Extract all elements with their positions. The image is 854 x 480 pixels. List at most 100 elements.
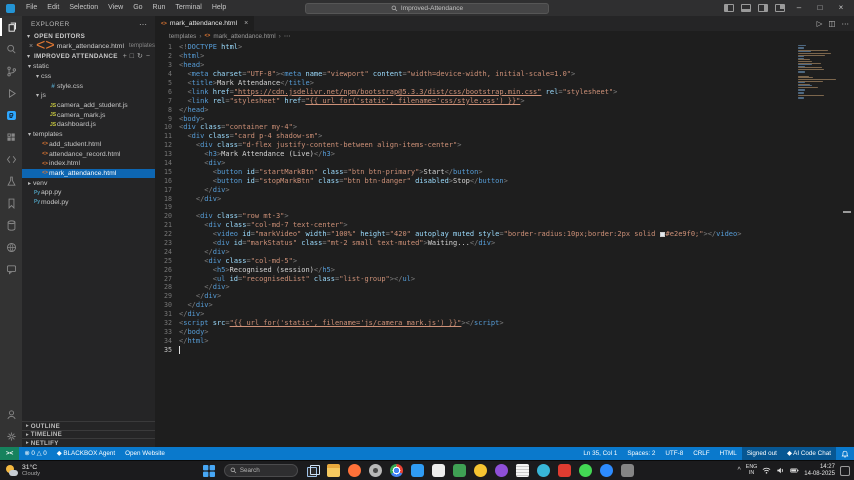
reminder-icon[interactable] xyxy=(474,464,487,477)
section-netlify[interactable]: ▸NETLIFY xyxy=(22,438,155,447)
minimap[interactable] xyxy=(798,45,838,102)
file-style-css[interactable]: #style.css xyxy=(22,81,155,91)
file-camera-mark-js[interactable]: JScamera_mark.js xyxy=(22,110,155,120)
toggle-panel-icon[interactable] xyxy=(741,4,751,12)
folder-css[interactable]: ▾css xyxy=(22,72,155,82)
toggle-sidebar-icon[interactable] xyxy=(724,4,734,12)
toggle-secondary-sidebar-icon[interactable] xyxy=(758,4,768,12)
menu-file[interactable]: File xyxy=(21,0,42,16)
status-signed-out[interactable]: Signed out xyxy=(742,447,782,460)
status-eol[interactable]: CRLF xyxy=(688,447,714,460)
search-icon[interactable] xyxy=(0,38,22,60)
status-language[interactable]: HTML xyxy=(715,447,742,460)
acrobat-icon[interactable] xyxy=(558,464,571,477)
explorer-icon[interactable] xyxy=(0,16,22,38)
file-attendance-record-html[interactable]: <>attendance_record.html xyxy=(22,149,155,159)
breadcrumb-item[interactable]: templates xyxy=(169,33,196,40)
camera-icon[interactable] xyxy=(621,464,634,477)
violet-app-icon[interactable] xyxy=(495,464,508,477)
section-outline[interactable]: ▸OUTLINE xyxy=(22,421,155,430)
workspace-section-header[interactable]: ▾ IMPROVED ATTENDANCE +□↻− xyxy=(22,51,155,61)
command-center-search[interactable]: Improved-Attendance xyxy=(305,3,549,14)
file-index-html[interactable]: <>index.html xyxy=(22,159,155,169)
bookmarks-icon[interactable] xyxy=(0,192,22,214)
file-model-py[interactable]: Pymodel.py xyxy=(22,198,155,208)
live-preview-icon[interactable] xyxy=(0,236,22,258)
notepad-icon[interactable] xyxy=(516,464,529,477)
section-timeline[interactable]: ▸TIMELINE xyxy=(22,430,155,439)
clock[interactable]: 14:27 14-08-2025 xyxy=(804,464,835,478)
task-view-icon[interactable] xyxy=(306,464,319,477)
sheets-icon[interactable] xyxy=(453,464,466,477)
file-mark-attendance-html[interactable]: <>mark_attendance.html xyxy=(22,169,155,179)
new-file-icon[interactable]: + xyxy=(123,52,127,61)
database-icon[interactable] xyxy=(0,214,22,236)
microsoft-store-icon[interactable] xyxy=(432,464,445,477)
remote-explorer-icon[interactable] xyxy=(0,148,22,170)
weather-widget[interactable]: 31°C Cloudy xyxy=(0,464,150,477)
firefox-icon[interactable] xyxy=(348,464,361,477)
more-actions-icon[interactable]: ⋯ xyxy=(842,19,850,28)
status-problems[interactable]: ⊗ 0 △ 0 xyxy=(19,447,51,460)
minimize-button[interactable]: – xyxy=(792,0,806,16)
notification-center-icon[interactable] xyxy=(840,466,850,476)
wifi-icon[interactable] xyxy=(762,466,771,475)
tab-mark-attendance[interactable]: <> mark_attendance.html × xyxy=(155,16,254,31)
settings-icon[interactable] xyxy=(369,464,382,477)
file-camera-add-student-js[interactable]: JScamera_add_student.js xyxy=(22,101,155,111)
battery-icon[interactable] xyxy=(790,466,799,475)
status-cursor-position[interactable]: Ln 35, Col 1 xyxy=(578,447,622,460)
file-explorer-icon[interactable] xyxy=(327,464,340,477)
tray-overflow-chevron[interactable]: ^ xyxy=(737,467,740,474)
folder-venv[interactable]: ▸venv xyxy=(22,178,155,188)
file-app-py[interactable]: Pyapp.py xyxy=(22,188,155,198)
menu-edit[interactable]: Edit xyxy=(42,0,64,16)
start-button[interactable] xyxy=(202,464,216,478)
menu-selection[interactable]: Selection xyxy=(64,0,103,16)
status-ai-code-chat[interactable]: ◆ AI Code Chat xyxy=(782,447,836,460)
close-icon[interactable]: × xyxy=(28,43,34,50)
split-editor-icon[interactable]: ◫ xyxy=(828,19,835,28)
taskbar-search[interactable]: Search xyxy=(224,464,298,477)
menu-terminal[interactable]: Terminal xyxy=(170,0,206,16)
menu-help[interactable]: Help xyxy=(207,0,231,16)
blackbox-ai-icon[interactable] xyxy=(0,104,22,126)
testing-icon[interactable] xyxy=(0,170,22,192)
zoom-icon[interactable] xyxy=(600,464,613,477)
status-indentation[interactable]: Spaces: 2 xyxy=(622,447,660,460)
menu-go[interactable]: Go xyxy=(128,0,147,16)
extensions-icon[interactable] xyxy=(0,126,22,148)
whatsapp-icon[interactable] xyxy=(579,464,592,477)
refresh-icon[interactable]: ↻ xyxy=(137,52,143,61)
folder-js[interactable]: ▾js xyxy=(22,91,155,101)
file-add-student-html[interactable]: <>add_student.html xyxy=(22,140,155,150)
menu-run[interactable]: Run xyxy=(148,0,171,16)
breadcrumb-item[interactable]: mark_attendance.html xyxy=(213,33,275,40)
more-actions-icon[interactable]: ⋯ xyxy=(139,20,147,29)
vs-code-icon[interactable] xyxy=(411,464,424,477)
notifications-bell-icon[interactable] xyxy=(836,447,854,460)
source-control-icon[interactable] xyxy=(0,60,22,82)
chat-icon[interactable] xyxy=(0,258,22,280)
status-encoding[interactable]: UTF-8 xyxy=(660,447,688,460)
menu-view[interactable]: View xyxy=(103,0,128,16)
status-open-website[interactable]: Open Website xyxy=(120,447,170,460)
status-blackbox-agent[interactable]: ◆ BLACKBOX Agent xyxy=(52,447,120,460)
settings-icon[interactable] xyxy=(0,425,22,447)
run-debug-icon[interactable] xyxy=(0,82,22,104)
chrome-icon[interactable] xyxy=(390,464,403,477)
folder-static[interactable]: ▾static xyxy=(22,62,155,72)
run-file-icon[interactable]: ▷ xyxy=(817,19,823,28)
volume-icon[interactable] xyxy=(776,466,785,475)
close-button[interactable]: × xyxy=(834,0,848,16)
status-remote[interactable]: >< xyxy=(0,447,19,460)
customize-layout-icon[interactable] xyxy=(775,4,785,12)
new-folder-icon[interactable]: □ xyxy=(130,52,134,61)
tab-close-icon[interactable]: × xyxy=(244,20,248,27)
maximize-button[interactable]: □ xyxy=(813,0,827,16)
code-viewport[interactable]: 1<!DOCTYPE html>2<html>3<head>4 <meta ch… xyxy=(155,43,854,354)
open-editor-item[interactable]: × <> mark_attendance.html templates xyxy=(22,41,155,51)
edge-icon[interactable] xyxy=(537,464,550,477)
language-indicator[interactable]: ENG IN xyxy=(746,465,757,476)
collapse-all-icon[interactable]: − xyxy=(146,52,150,61)
